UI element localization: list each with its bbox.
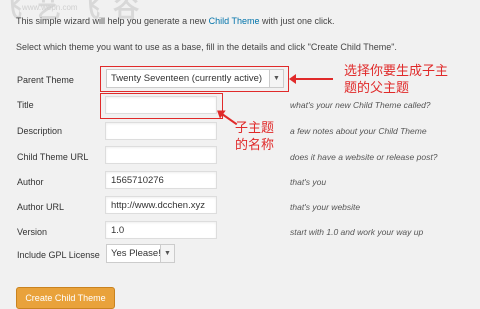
author-url-hint: that's your website xyxy=(290,202,361,212)
version-input[interactable]: 1.0 xyxy=(105,221,217,239)
watermark-url: www.wepn.com xyxy=(22,3,78,12)
gpl-select[interactable]: Yes Please! ▼ xyxy=(106,244,175,263)
child-theme-url-hint: does it have a website or release post? xyxy=(290,152,438,162)
description-hint: a few notes about your Child Theme xyxy=(290,126,427,136)
highlight-parent-theme xyxy=(100,66,289,92)
highlight-title xyxy=(100,93,223,119)
child-theme-url-input[interactable] xyxy=(105,146,217,164)
title-hint: what's your new Child Theme called? xyxy=(290,100,431,110)
author-input[interactable]: 1565710276 xyxy=(105,171,217,189)
intro-before: This simple wizard will help you generat… xyxy=(16,16,209,26)
gpl-selected: Yes Please! xyxy=(111,248,161,259)
title-annotation: 子主题 的名称 xyxy=(235,121,275,153)
intro-after: with just one click. xyxy=(259,16,335,26)
arrow-left-icon xyxy=(289,74,333,84)
author-hint: that's you xyxy=(290,177,327,187)
author-url-label: Author URL xyxy=(17,202,65,212)
author-url-input[interactable]: http://www.dcchen.xyz xyxy=(105,196,217,214)
title-label: Title xyxy=(17,100,34,110)
child-theme-url-label: Child Theme URL xyxy=(17,152,89,162)
description-input[interactable] xyxy=(105,122,217,140)
instructions-text: Select which theme you want to use as a … xyxy=(16,42,397,52)
description-label: Description xyxy=(17,126,63,136)
intro-text: This simple wizard will help you generat… xyxy=(16,16,334,26)
chevron-down-icon: ▼ xyxy=(160,245,174,262)
gpl-label: Include GPL License xyxy=(17,250,100,260)
version-hint: start with 1.0 and work your way up xyxy=(290,227,424,237)
author-label: Author xyxy=(17,177,44,187)
parent-theme-annotation: 选择你要生成子主 题的父主题 xyxy=(344,64,449,96)
child-theme-link[interactable]: Child Theme xyxy=(209,16,260,26)
version-label: Version xyxy=(17,227,48,237)
parent-theme-label: Parent Theme xyxy=(17,75,74,85)
create-child-theme-button[interactable]: Create Child Theme xyxy=(16,287,115,309)
